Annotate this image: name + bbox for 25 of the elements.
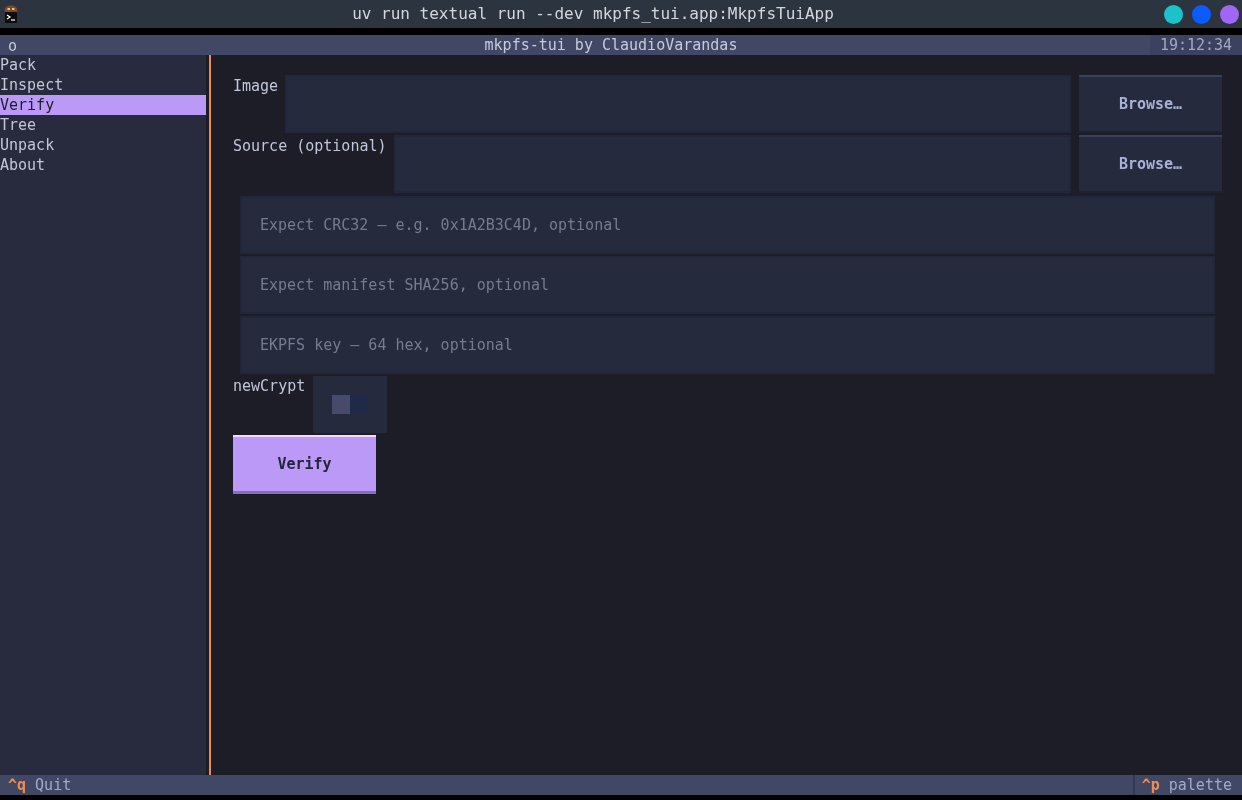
clock: 19:12:34	[1150, 35, 1242, 55]
switch-label: newCrypt	[233, 376, 306, 396]
field-label: Source (optional)	[233, 136, 387, 156]
input-field[interactable]: Expect manifest SHA256, optional	[240, 256, 1215, 314]
toggle-switch[interactable]	[313, 376, 388, 433]
app-title: mkpfs-tui by ClaudioVarandas	[483, 35, 739, 55]
footer-key[interactable]: ^q Quit	[0, 775, 80, 795]
window-control-icon[interactable]	[1164, 4, 1183, 24]
sidebar-item[interactable]: Unpack	[0, 135, 206, 155]
input-field[interactable]: EKPFS key — 64 hex, optional	[240, 316, 1215, 374]
input-field[interactable]: Expect CRC32 — e.g. 0x1A2B3C4D, optional	[240, 196, 1215, 254]
verify-button[interactable]: Verify	[233, 435, 376, 494]
sidebar-item[interactable]: Pack	[0, 55, 206, 75]
browse-button[interactable]: Browse…	[1079, 75, 1222, 133]
window-control-icon[interactable]	[1220, 4, 1239, 24]
window-control-icon[interactable]	[1192, 4, 1211, 24]
sidebar-item[interactable]: Verify	[0, 95, 206, 115]
palette-key[interactable]: ^p palette	[1132, 775, 1242, 795]
sidebar-item[interactable]: Inspect	[0, 75, 206, 95]
field-label: Image	[233, 76, 279, 96]
browse-button[interactable]: Browse…	[1079, 135, 1222, 193]
sidebar-item[interactable]: About	[0, 155, 206, 175]
terminal-icon	[4, 5, 18, 23]
sidebar-item[interactable]: Tree	[0, 115, 206, 135]
window-title: uv run textual run --dev mkpfs_tui.app:MkpfsTuiApp	[351, 4, 835, 24]
